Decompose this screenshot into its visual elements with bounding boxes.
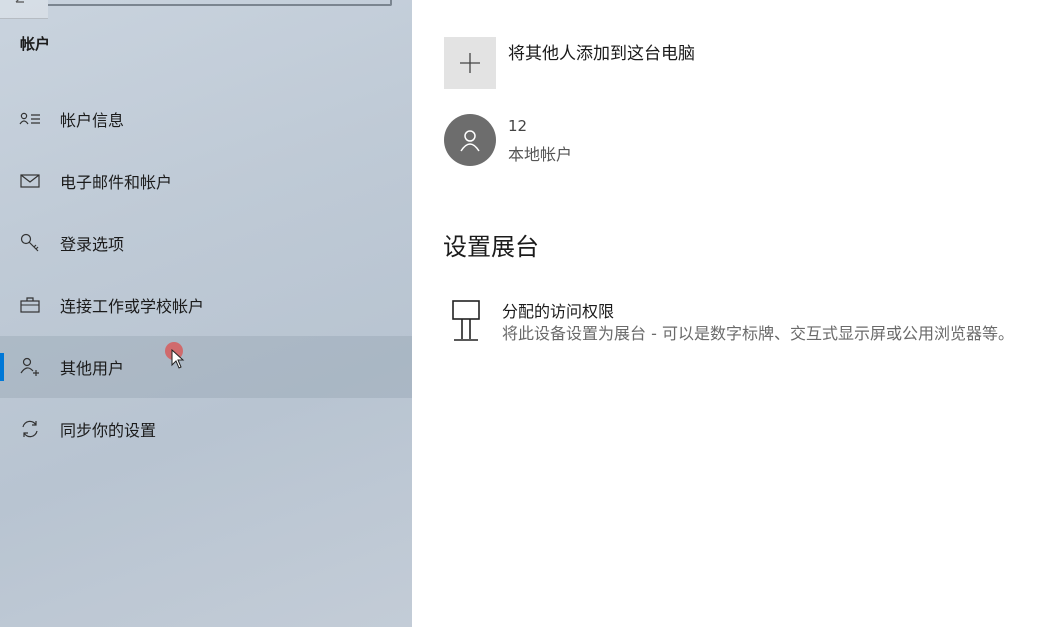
sidebar: 帐户 帐户信息 电子邮件和帐户 登录选项 连接工作或学校帐户 其他用户 同步你的… bbox=[0, 0, 412, 627]
sidebar-item-label: 同步你的设置 bbox=[60, 421, 157, 440]
section-title: 帐户 bbox=[20, 35, 51, 53]
search-box[interactable] bbox=[48, 0, 392, 6]
sidebar-item-account-info[interactable]: 帐户信息 bbox=[0, 88, 412, 150]
back-arrow-icon bbox=[15, 0, 24, 3]
sidebar-item-email[interactable]: 电子邮件和帐户 bbox=[0, 150, 412, 212]
key-icon bbox=[18, 231, 42, 255]
plus-icon bbox=[460, 53, 480, 73]
assigned-access-description: 将此设备设置为展台 - 可以是数字标牌、交互式显示屏或公用浏览器等。 bbox=[502, 324, 1014, 343]
add-person-icon bbox=[18, 355, 42, 379]
user-avatar[interactable] bbox=[444, 114, 496, 166]
sidebar-item-label: 帐户信息 bbox=[60, 111, 125, 130]
sidebar-nav: 帐户信息 电子邮件和帐户 登录选项 连接工作或学校帐户 其他用户 同步你的设置 bbox=[0, 88, 412, 460]
main-content: 将其他人添加到这台电脑 12 本地帐户 设置展台 分配的访问权限 将此设备设置为… bbox=[412, 0, 1064, 627]
account-info-icon bbox=[18, 107, 42, 131]
briefcase-icon bbox=[18, 293, 42, 317]
add-other-user-button[interactable] bbox=[444, 37, 496, 89]
user-account-type: 本地帐户 bbox=[508, 145, 573, 164]
sidebar-item-other-users[interactable]: 其他用户 bbox=[0, 336, 412, 398]
active-indicator bbox=[0, 353, 4, 381]
mail-icon bbox=[18, 169, 42, 193]
sidebar-item-sign-in-options[interactable]: 登录选项 bbox=[0, 212, 412, 274]
sidebar-item-label: 其他用户 bbox=[60, 359, 125, 378]
back-button[interactable] bbox=[0, 0, 48, 19]
mouse-cursor-icon bbox=[171, 349, 185, 369]
kiosk-icon bbox=[452, 300, 480, 341]
add-other-user-label[interactable]: 将其他人添加到这台电脑 bbox=[508, 39, 695, 64]
sidebar-item-sync[interactable]: 同步你的设置 bbox=[0, 398, 412, 460]
kiosk-section-title: 设置展台 bbox=[443, 233, 539, 261]
sidebar-item-work-school[interactable]: 连接工作或学校帐户 bbox=[0, 274, 412, 336]
sidebar-item-label: 连接工作或学校帐户 bbox=[60, 297, 205, 316]
sidebar-item-label: 登录选项 bbox=[60, 235, 125, 254]
user-name[interactable]: 12 bbox=[508, 117, 527, 135]
person-icon bbox=[460, 130, 480, 152]
sync-icon bbox=[18, 417, 42, 441]
assigned-access-link[interactable]: 分配的访问权限 bbox=[502, 298, 614, 322]
sidebar-item-label: 电子邮件和帐户 bbox=[60, 173, 173, 192]
